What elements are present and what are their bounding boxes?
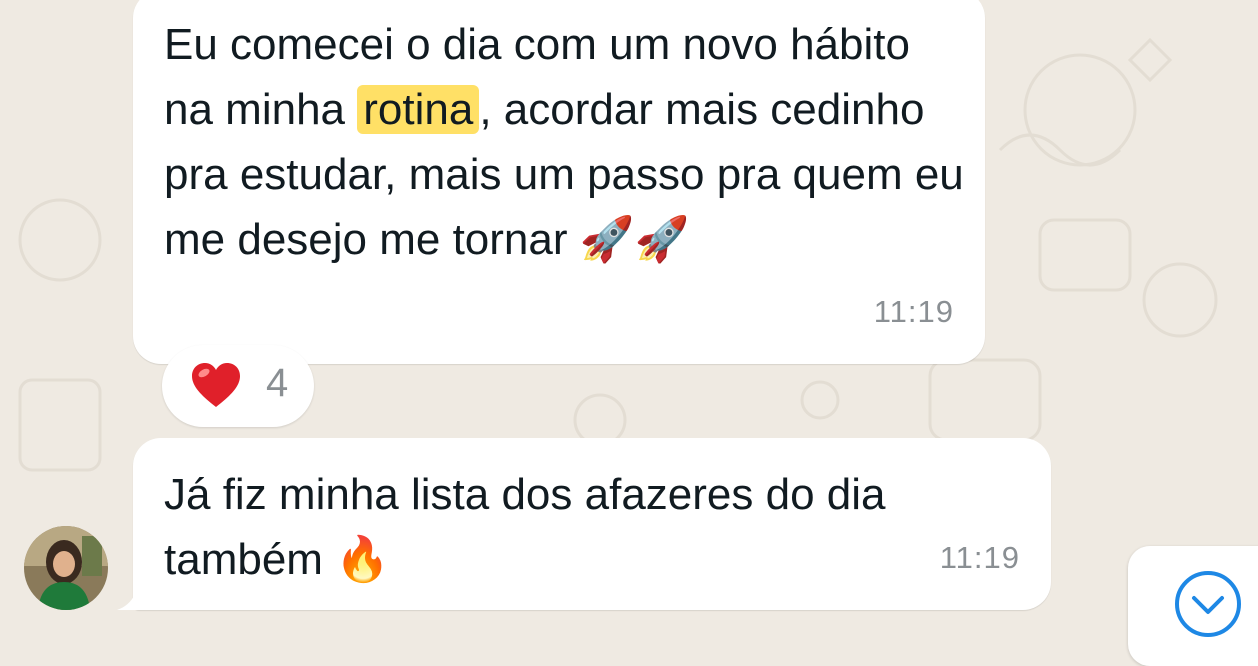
reaction-count: 4 — [266, 361, 289, 405]
scroll-to-bottom-button[interactable] — [1128, 546, 1258, 666]
rocket-emoji: 🚀🚀 — [579, 214, 690, 265]
heart-icon — [192, 363, 240, 407]
fire-emoji: 🔥 — [335, 534, 390, 585]
bubble-tail — [117, 580, 147, 610]
message-text: Eu comecei o dia com um novo hábito na m… — [164, 20, 964, 265]
message-bubble[interactable]: Eu comecei o dia com um novo hábito na m… — [133, 0, 985, 364]
message-timestamp: 11:19 — [939, 540, 1020, 575]
search-highlight: rotina — [357, 85, 480, 134]
chevron-down-icon — [1175, 571, 1241, 637]
avatar[interactable] — [24, 526, 108, 610]
message-timestamp: 11:19 — [873, 294, 954, 329]
reaction-badge[interactable]: 4 — [162, 345, 314, 427]
message-text: Já fiz minha lista dos afazeres do dia t… — [164, 470, 886, 585]
message-bubble[interactable]: Já fiz minha lista dos afazeres do dia t… — [117, 438, 1051, 610]
